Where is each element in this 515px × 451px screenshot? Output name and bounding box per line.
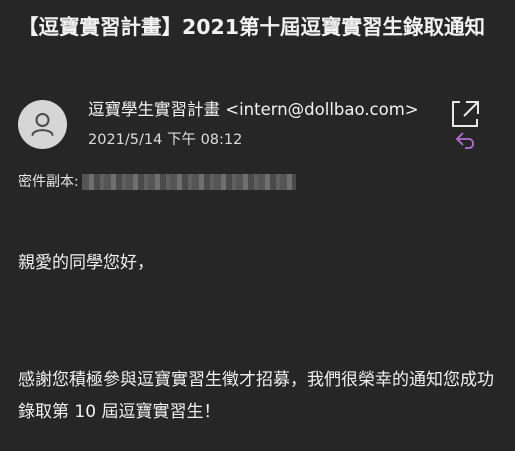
bcc-label: 密件副本: <box>18 174 79 190</box>
email-greeting: 親愛的同學您好， <box>18 253 154 273</box>
sent-date: 2021/5/14 下午 08:12 <box>88 132 243 148</box>
reply-icon[interactable] <box>454 130 478 152</box>
person-icon <box>31 113 54 136</box>
sender-name[interactable]: 逗寶學生實習計畫 <intern@dollbao.com> <box>88 99 440 121</box>
bcc-row: 密件副本: <box>18 172 296 192</box>
bcc-recipients-redacted <box>81 174 296 190</box>
email-body: 感謝您積極參與逗寶實習生徵才招募，我們很榮幸的通知您成功錄取第 10 屆逗寶實習… <box>18 370 494 422</box>
sender-avatar[interactable] <box>18 100 67 149</box>
open-in-new-window-icon[interactable] <box>448 98 482 128</box>
email-subject: 【逗寶實習計畫】2021第十屆逗寶實習生錄取通知 <box>18 15 486 39</box>
